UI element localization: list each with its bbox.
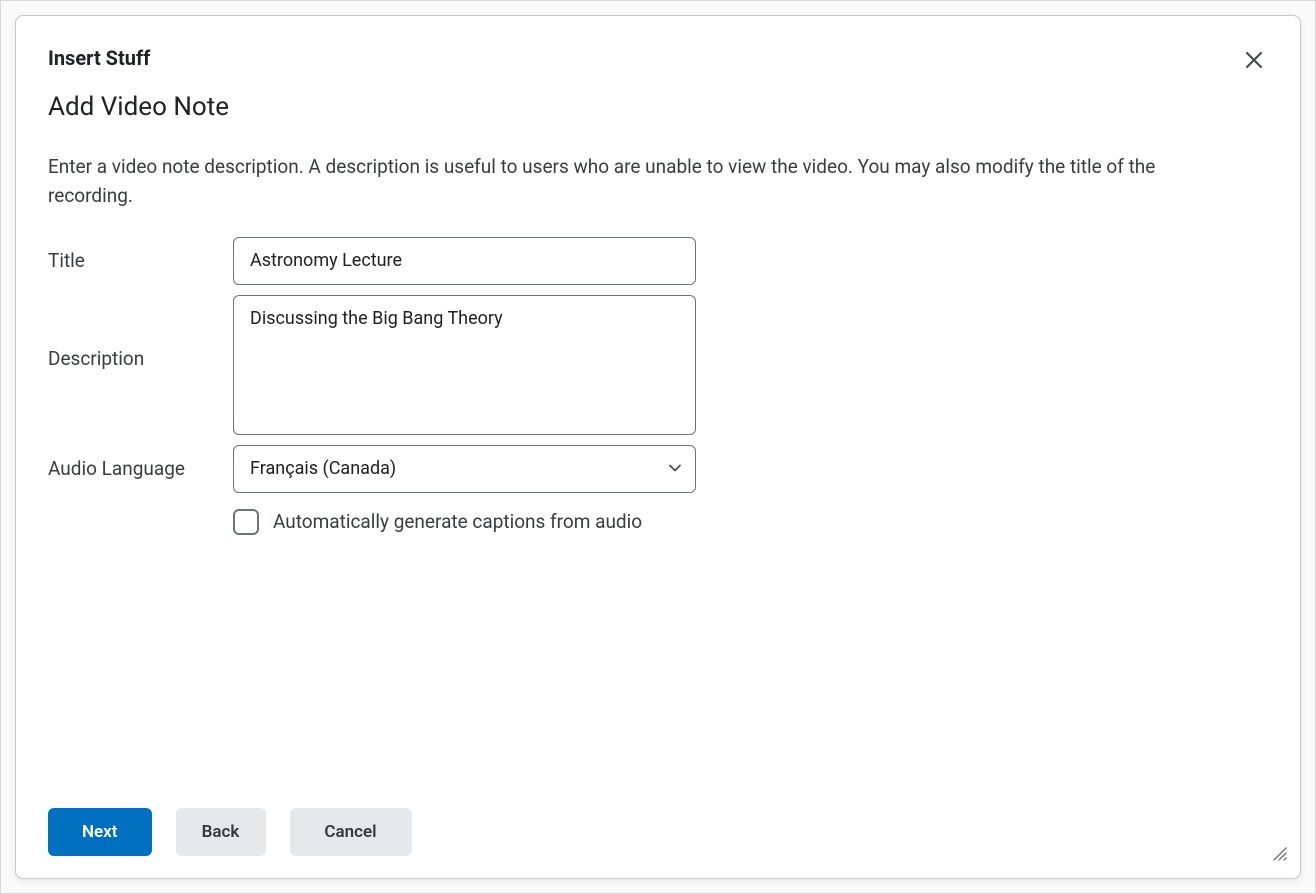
dialog-subtitle: Add Video Note [48, 92, 1268, 122]
instructions-text: Enter a video note description. A descri… [48, 152, 1228, 211]
video-note-form: Title Description Discussing the Big Ban… [48, 237, 1268, 535]
close-button[interactable] [1240, 46, 1268, 74]
next-button[interactable]: Next [48, 808, 152, 856]
audio-language-select[interactable]: Français (Canada) [233, 445, 696, 493]
dialog-footer: Next Back Cancel [48, 808, 1268, 856]
description-row: Description Discussing the Big Bang Theo… [48, 295, 1268, 435]
resize-gripper-icon[interactable] [1270, 844, 1288, 866]
title-label: Title [48, 249, 233, 272]
description-label: Description [48, 295, 233, 370]
close-icon [1244, 50, 1264, 70]
captions-checkbox[interactable] [233, 509, 259, 535]
title-row: Title [48, 237, 1268, 285]
audio-language-select-wrap: Français (Canada) [233, 445, 696, 493]
captions-checkbox-label: Automatically generate captions from aud… [273, 510, 642, 533]
dialog-title: Insert Stuff [48, 46, 150, 70]
back-button[interactable]: Back [176, 808, 266, 856]
dialog-header: Insert Stuff [48, 46, 1268, 74]
title-input[interactable] [233, 237, 696, 285]
description-input[interactable]: Discussing the Big Bang Theory [233, 295, 696, 435]
captions-row: Automatically generate captions from aud… [233, 509, 1268, 535]
audio-language-row: Audio Language Français (Canada) [48, 445, 1268, 493]
insert-stuff-dialog: Insert Stuff Add Video Note Enter a vide… [15, 15, 1301, 879]
cancel-button[interactable]: Cancel [290, 808, 412, 856]
audio-language-label: Audio Language [48, 457, 233, 480]
